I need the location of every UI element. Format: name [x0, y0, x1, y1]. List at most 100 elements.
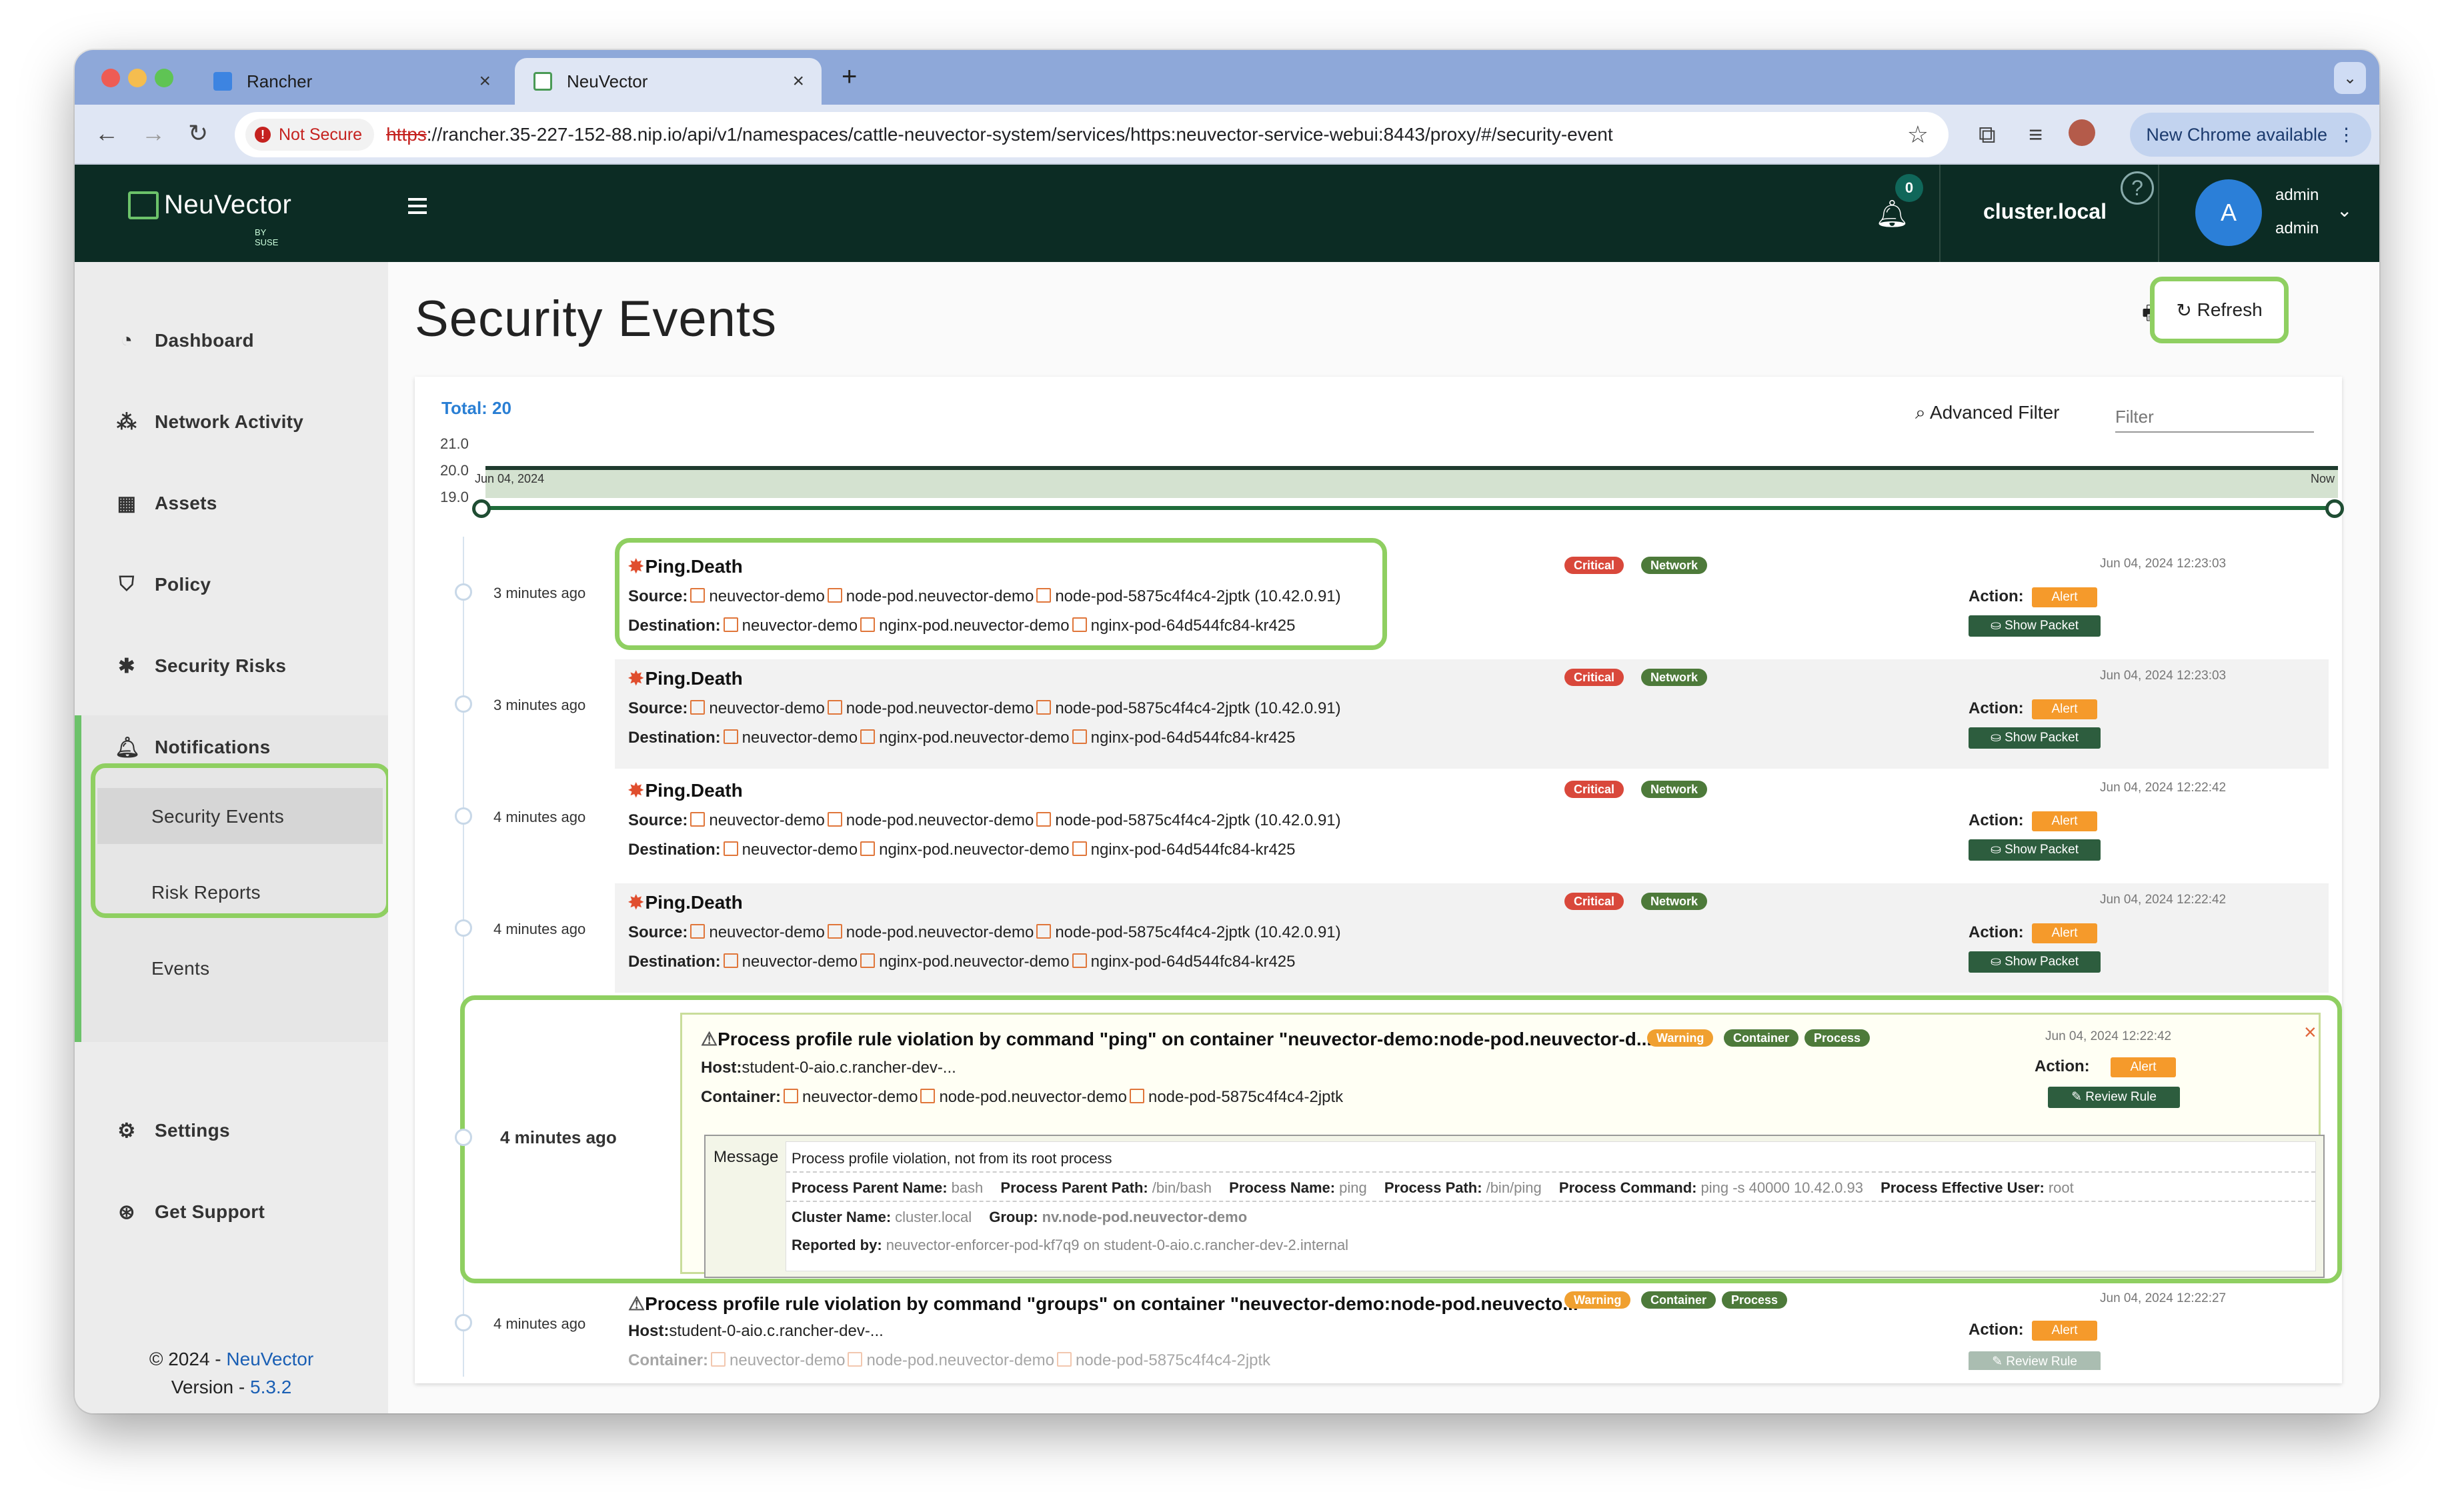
- namespace-icon: [690, 924, 706, 939]
- app-header: NeuVector BY SUSE 🔔︎ 0 cluster.local ? A…: [75, 165, 2379, 262]
- hamburger-menu-icon[interactable]: [408, 198, 427, 214]
- pod-icon: [1129, 1089, 1144, 1103]
- show-packet-button[interactable]: ⛀ Show Packet: [1969, 727, 2101, 749]
- sidebar-item-policy[interactable]: ⛉Policy▾: [115, 565, 422, 605]
- cluster-name-label: Cluster Name:: [792, 1209, 892, 1225]
- event-item[interactable]: 3 minutes ago ✸Ping.Death Source: neuvect…: [415, 538, 2342, 659]
- host-label: Host:: [628, 1322, 670, 1340]
- filter-input[interactable]: [2115, 402, 2314, 433]
- close-window-button[interactable]: [101, 69, 120, 87]
- namespace-icon: [723, 729, 738, 744]
- expanded-event-item[interactable]: 4 minutes ago ⚠Process profile rule viol…: [415, 995, 2342, 1283]
- expanded-event-card: ⚠Process profile rule violation by comma…: [680, 1013, 2325, 1278]
- event-item[interactable]: 4 minutes ago ⚠Process profile rule viol…: [415, 1285, 2342, 1370]
- event-card: ✸Ping.Death Source: neuvector-demo node-po…: [615, 659, 2329, 769]
- bug-alert-icon: ✸: [628, 892, 644, 913]
- reload-icon[interactable]: ↻: [188, 119, 208, 147]
- sidebar-item-settings[interactable]: ⚙ Settings: [115, 1111, 230, 1151]
- event-time: 4 minutes ago: [493, 809, 586, 825]
- event-title-text: Process profile rule violation by comman…: [645, 1293, 1578, 1314]
- pod-icon: [1036, 924, 1052, 939]
- event-item[interactable]: 4 minutes ago ✸Ping.Death Source: neuvect…: [415, 771, 2342, 883]
- sidebar-subitem-events[interactable]: Events: [151, 958, 209, 979]
- neuvector-link[interactable]: NeuVector: [226, 1349, 313, 1369]
- neuvector-logo[interactable]: NeuVector BY SUSE: [128, 190, 291, 247]
- namespace-icon: [711, 1352, 726, 1367]
- sidebar-item-dashboard[interactable]: ◔ Dashboard: [115, 321, 254, 361]
- new-chrome-button[interactable]: New Chrome available ⋮: [2130, 113, 2371, 157]
- group-value[interactable]: nv.node-pod.neuvector-demo: [1042, 1209, 1248, 1225]
- sidebar-item-assets[interactable]: ▦Assets▾: [115, 483, 422, 523]
- extensions-icon[interactable]: ⧉: [1979, 121, 1996, 149]
- close-tab-icon[interactable]: ×: [792, 70, 804, 93]
- pod-icon: [1036, 812, 1052, 827]
- version-link[interactable]: 5.3.2: [250, 1377, 291, 1397]
- reading-list-icon[interactable]: ≡: [2029, 121, 2043, 149]
- parent-name-value: bash: [951, 1179, 984, 1196]
- dst-service: nginx-pod.neuvector-demo: [879, 729, 1070, 747]
- pod-icon: [1036, 700, 1052, 715]
- message-text: Process profile violation, not from its …: [792, 1150, 1112, 1167]
- back-icon[interactable]: ←: [95, 119, 119, 147]
- action-label: Action:: [1969, 699, 2024, 717]
- profile-avatar[interactable]: [2069, 119, 2095, 146]
- event-item[interactable]: 3 minutes ago ✸Ping.Death Source: neuvect…: [415, 659, 2342, 771]
- version-label: Version -: [171, 1377, 250, 1397]
- namespace-icon: [690, 812, 706, 827]
- slider-start-handle[interactable]: [472, 499, 491, 518]
- advanced-filter-button[interactable]: ⌕ Advanced Filter: [1915, 402, 2059, 424]
- url-field[interactable]: ! Not Secure https://rancher.35-227-152-…: [235, 112, 1949, 157]
- dst-namespace: neuvector-demo: [742, 729, 858, 747]
- show-packet-button[interactable]: ⛀ Show Packet: [1969, 951, 2101, 973]
- sidebar-item-label: Security Risks: [155, 655, 287, 676]
- chevron-down-icon[interactable]: ⌄: [2337, 199, 2352, 221]
- y-tick-top: 21.0: [440, 435, 469, 452]
- pod-icon: [1056, 1352, 1072, 1367]
- new-tab-icon[interactable]: +: [842, 62, 857, 92]
- dst-namespace: neuvector-demo: [742, 953, 858, 971]
- sidebar-item-get-support[interactable]: ⊛ Get Support: [115, 1192, 265, 1232]
- service-icon: [860, 729, 876, 744]
- tab-rancher[interactable]: Rancher ×: [195, 58, 508, 105]
- event-item[interactable]: 4 minutes ago ✸Ping.Death Source: neuvect…: [415, 883, 2342, 995]
- alert-badge: Alert: [2032, 587, 2097, 607]
- minimize-window-button[interactable]: [128, 69, 147, 87]
- container-row: Container: neuvector-demo node-pod.neuvect…: [701, 1088, 1343, 1107]
- bell-icon[interactable]: 🔔︎: [1875, 198, 1909, 229]
- slider-end-handle[interactable]: [2325, 499, 2344, 518]
- highlight-frame: [615, 538, 1387, 650]
- cluster-name[interactable]: cluster.local: [1983, 199, 2107, 224]
- new-chrome-label: New Chrome available: [2146, 124, 2327, 145]
- show-packet-button[interactable]: ⛀ Show Packet: [1969, 839, 2101, 861]
- show-packet-button[interactable]: ⛀ Show Packet: [1969, 615, 2101, 637]
- bookmark-star-icon[interactable]: ☆: [1907, 121, 1929, 149]
- sidebar-item-security-risks[interactable]: ✱Security Risks▾: [115, 646, 422, 686]
- user-avatar[interactable]: A: [2195, 179, 2262, 246]
- refresh-button[interactable]: ↻ Refresh: [2150, 277, 2289, 343]
- close-icon[interactable]: ×: [2304, 1020, 2317, 1045]
- event-card: ✸Ping.Death Source: neuvector-demo node-po…: [615, 883, 2329, 993]
- tab-neuvector[interactable]: NeuVector ×: [515, 58, 822, 105]
- sidebar-item-notifications[interactable]: 🔔︎Notifications▴: [115, 727, 422, 767]
- lifebuoy-icon: ⊛: [118, 1201, 135, 1223]
- total-count: Total: 20: [441, 398, 511, 418]
- forward-icon[interactable]: →: [141, 119, 165, 147]
- alert-badge: Alert: [2032, 1321, 2097, 1341]
- packet-icon: ⛀: [1990, 843, 2005, 857]
- timeline-dot: [455, 807, 472, 825]
- pod-icon: [1072, 841, 1087, 856]
- tab-search-icon[interactable]: ⌄: [2334, 62, 2366, 94]
- review-rule-button[interactable]: ✎ Review Rule: [2048, 1087, 2180, 1108]
- not-secure-badge[interactable]: ! Not Secure: [245, 119, 375, 151]
- source-row: Source: neuvector-demo node-pod.neuvector-…: [628, 699, 1341, 718]
- message-label: Message: [714, 1148, 779, 1166]
- help-icon[interactable]: ?: [2121, 171, 2154, 205]
- sidebar-item-network-activity[interactable]: ⁂ Network Activity: [115, 402, 303, 442]
- close-tab-icon[interactable]: ×: [479, 70, 491, 93]
- time-range-slider[interactable]: [481, 506, 2335, 510]
- cluster-name-value: cluster.local: [895, 1209, 972, 1225]
- maximize-window-button[interactable]: [155, 69, 173, 87]
- event-title: ✸Ping.Death: [628, 779, 743, 801]
- service-icon: [860, 953, 876, 968]
- review-rule-button[interactable]: ✎ Review Rule: [1969, 1351, 2101, 1370]
